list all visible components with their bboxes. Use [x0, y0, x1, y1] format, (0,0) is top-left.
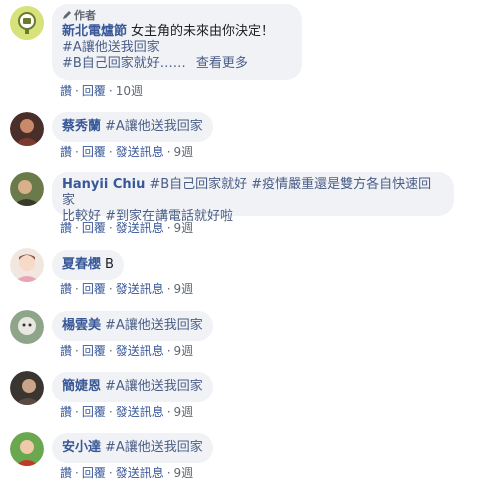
- comment-actions: 讚 · 回覆 · 10週: [60, 84, 143, 98]
- avatar[interactable]: [10, 112, 44, 146]
- like-link[interactable]: 讚: [60, 466, 72, 480]
- comment-actions: 讚 · 回覆 · 發送訊息 · 9週: [60, 344, 194, 358]
- pencil-icon: [63, 11, 71, 19]
- reply-link[interactable]: 回覆: [82, 344, 106, 358]
- send-message-link[interactable]: 發送訊息: [116, 145, 164, 159]
- send-message-link[interactable]: 發送訊息: [116, 221, 164, 235]
- like-link[interactable]: 讚: [60, 84, 72, 98]
- author-badge: 作者: [62, 9, 292, 23]
- comment-bubble: 作者 新北電爐節 女主角的未來由你決定！ #A讓他送我回家 #B自己回家就好…… 查…: [52, 4, 302, 80]
- commenter-name[interactable]: 安小達: [62, 440, 101, 455]
- reply-link[interactable]: 回覆: [82, 405, 106, 419]
- timestamp[interactable]: 9週: [174, 405, 194, 419]
- reply-link[interactable]: 回覆: [82, 84, 106, 98]
- send-message-link[interactable]: 發送訊息: [116, 405, 164, 419]
- comment-bubble: 簡婕恩 #A讓他送我回家: [52, 372, 213, 402]
- comment-bubble: Hanyii Chiu #B自己回家就好 #疫情嚴重還是雙方各自快速回家 比較好 …: [52, 172, 454, 224]
- hashtag[interactable]: #A讓他送我回家: [105, 318, 203, 333]
- like-link[interactable]: 讚: [60, 405, 72, 419]
- reply-link[interactable]: 回覆: [82, 466, 106, 480]
- comment-actions: 讚 · 回覆 · 發送訊息 · 9週: [60, 466, 194, 480]
- send-message-link[interactable]: 發送訊息: [116, 282, 164, 296]
- comment-bubble: 蔡秀蘭 #A讓他送我回家: [52, 112, 213, 142]
- see-more-link[interactable]: 查看更多: [196, 56, 248, 71]
- commenter-name[interactable]: 簡婕恩: [62, 379, 101, 394]
- timestamp[interactable]: 9週: [174, 282, 194, 296]
- like-link[interactable]: 讚: [60, 145, 72, 159]
- like-link[interactable]: 讚: [60, 282, 72, 296]
- hashtag[interactable]: #A讓他送我回家: [105, 119, 203, 134]
- comment-bubble: 楊雲美 #A讓他送我回家: [52, 311, 213, 341]
- like-link[interactable]: 讚: [60, 221, 72, 235]
- reply-link[interactable]: 回覆: [82, 145, 106, 159]
- avatar[interactable]: [10, 248, 44, 282]
- comment-text: 女主角的未來由你決定！: [131, 24, 275, 39]
- comment-actions: 讚 · 回覆 · 發送訊息 · 9週: [60, 282, 194, 296]
- comment-actions: 讚 · 回覆 · 發送訊息 · 9週: [60, 221, 194, 235]
- timestamp[interactable]: 9週: [174, 344, 194, 358]
- reply-link[interactable]: 回覆: [82, 282, 106, 296]
- author-badge-label: 作者: [74, 9, 96, 22]
- comment-bubble: 安小達 #A讓他送我回家: [52, 433, 213, 463]
- commenter-name[interactable]: 夏春櫻: [62, 257, 101, 272]
- comment-actions: 讚 · 回覆 · 發送訊息 · 9週: [60, 145, 194, 159]
- avatar[interactable]: [10, 172, 44, 206]
- hashtag[interactable]: #A讓他送我回家: [105, 379, 203, 394]
- avatar[interactable]: [10, 6, 44, 40]
- timestamp[interactable]: 10週: [116, 84, 143, 98]
- timestamp[interactable]: 9週: [174, 221, 194, 235]
- hashtag[interactable]: #A讓他送我回家: [105, 440, 203, 455]
- send-message-link[interactable]: 發送訊息: [116, 466, 164, 480]
- timestamp[interactable]: 9週: [174, 145, 194, 159]
- like-link[interactable]: 讚: [60, 344, 72, 358]
- commenter-name[interactable]: 楊雲美: [62, 318, 101, 333]
- commenter-name[interactable]: Hanyii Chiu: [62, 177, 145, 192]
- comment-actions: 讚 · 回覆 · 發送訊息 · 9週: [60, 405, 194, 419]
- avatar[interactable]: [10, 310, 44, 344]
- commenter-name[interactable]: 蔡秀蘭: [62, 119, 101, 134]
- hashtag[interactable]: #B自己回家就好……: [62, 56, 186, 71]
- send-message-link[interactable]: 發送訊息: [116, 344, 164, 358]
- comment-text: B: [105, 257, 114, 272]
- reply-link[interactable]: 回覆: [82, 221, 106, 235]
- avatar[interactable]: [10, 371, 44, 405]
- comment-bubble: 夏春櫻 B: [52, 250, 124, 280]
- avatar[interactable]: [10, 432, 44, 466]
- hashtag[interactable]: #A讓他送我回家: [62, 40, 160, 55]
- commenter-name[interactable]: 新北電爐節: [62, 24, 127, 39]
- timestamp[interactable]: 9週: [174, 466, 194, 480]
